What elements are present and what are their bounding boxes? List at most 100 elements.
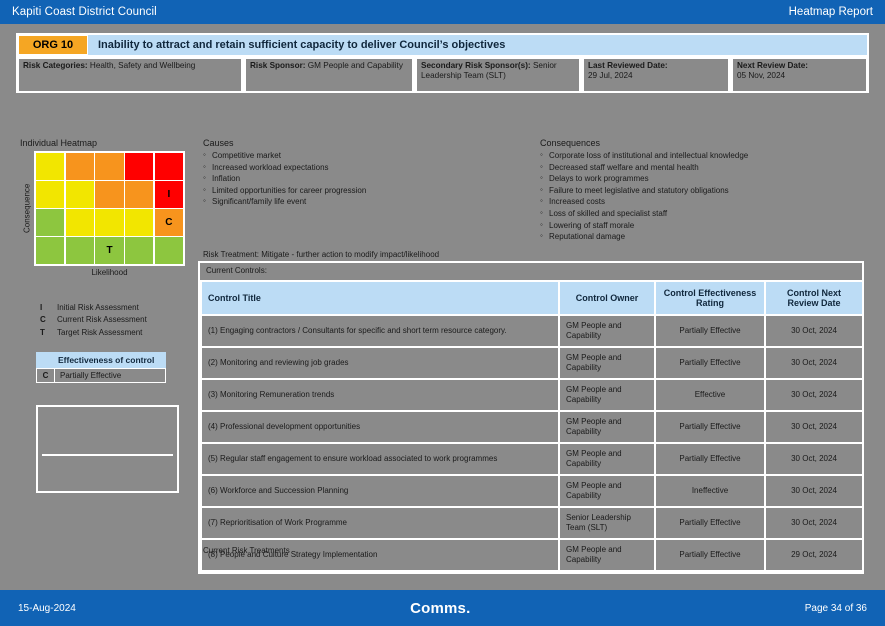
control-next-review-date: 30 Oct, 2024 [764, 474, 864, 508]
meta-label: Secondary Risk Sponsor(s): [421, 61, 531, 70]
risk-header-block: ORG 10 Inability to attract and retain s… [16, 33, 869, 93]
effectiveness-header: Effectiveness of control [36, 352, 166, 368]
meta-last-reviewed-date: Last Reviewed Date: 29 Jul, 2024 [583, 58, 729, 92]
meta-label: Last Reviewed Date: [588, 61, 668, 70]
column-control-title[interactable]: Control Title [200, 280, 560, 316]
column-control-owner[interactable]: Control Owner [558, 280, 656, 316]
effectiveness-row: C Partially Effective [36, 368, 166, 383]
list-item: Limited opportunities for career progres… [203, 184, 523, 197]
key-symbol: I [40, 303, 43, 312]
heatmap-cell [95, 181, 124, 208]
control-effectiveness-rating: Partially Effective [654, 346, 766, 380]
effectiveness-key: C [37, 369, 55, 382]
control-effectiveness-rating: Partially Effective [654, 538, 766, 572]
heatmap-cell: C [154, 209, 183, 236]
table-row[interactable]: (5) Regular staff engagement to ensure w… [200, 442, 864, 476]
heatmap-cell [65, 153, 94, 180]
control-next-review-date: 30 Oct, 2024 [764, 506, 864, 540]
footer-brand: Comms. [410, 599, 471, 617]
footer-bar: 15-Aug-2024 Comms. Page 34 of 36 [0, 590, 885, 626]
empty-panel [36, 405, 179, 493]
meta-label: Risk Sponsor: [250, 61, 306, 70]
control-title: (7) Reprioritisation of Work Programme [200, 506, 560, 540]
consequences-heading: Consequences [540, 138, 601, 148]
control-owner: Senior Leadership Team (SLT) [558, 506, 656, 540]
meta-value: GM People and Capability [307, 61, 403, 70]
meta-value: 29 Jul, 2024 [588, 71, 633, 81]
list-item: Inflation [203, 172, 523, 185]
table-row[interactable]: (8) People and Culture Strategy Implemen… [200, 538, 864, 572]
heatmap-cell [95, 153, 124, 180]
key-symbol: T [40, 327, 45, 337]
heatmap-cell [36, 209, 65, 236]
controls-table: Control Title Control Owner Control Effe… [200, 280, 864, 572]
individual-heatmap: Individual Heatmap Consequence I C T Likel… [20, 138, 200, 277]
control-next-review-date: 30 Oct, 2024 [764, 346, 864, 380]
table-row[interactable]: (1) Engaging contractors / Consultants f… [200, 314, 864, 348]
control-title: (8) People and Culture Strategy Implemen… [200, 538, 560, 572]
list-item: Significant/family life event [203, 195, 523, 208]
table-row[interactable]: (4) Professional development opportuniti… [200, 410, 864, 444]
risk-treatment-line: Risk Treatment: Mitigate - further actio… [203, 250, 440, 259]
heatmap-x-axis-label: Likelihood [91, 268, 128, 277]
table-row[interactable]: (7) Reprioritisation of Work Programme Se… [200, 506, 864, 540]
column-control-next-review-date[interactable]: Control Next Review Date [764, 280, 864, 316]
heatmap-cell [125, 181, 154, 208]
list-item: Lowering of staff morale [540, 219, 875, 232]
heatmap-cell [36, 153, 65, 180]
table-row[interactable]: (3) Monitoring Remuneration trends GM Peo… [200, 378, 864, 412]
list-item: Increased costs [540, 195, 875, 208]
footer-date: 15-Aug-2024 [18, 602, 76, 614]
heatmap-cell [36, 181, 65, 208]
meta-risk-categories: Risk Categories: Health, Safety and Well… [18, 58, 242, 92]
control-title: (6) Workforce and Succession Planning [200, 474, 560, 508]
effectiveness-of-control-box: Effectiveness of control C Partially Eff… [36, 352, 166, 383]
risk-meta-row: Risk Categories: Health, Safety and Well… [18, 58, 867, 92]
consequences-section: Consequences Corporate loss of instituti… [540, 138, 875, 243]
table-row[interactable]: (2) Monitoring and reviewing job grades G… [200, 346, 864, 380]
key-label: Initial Risk Assessment [57, 303, 139, 312]
causes-list: Competitive marketIncreased workload exp… [203, 149, 523, 208]
key-symbol: C [40, 315, 46, 325]
heatmap-marker-i: I [167, 188, 171, 200]
meta-value: Health, Safety and Wellbeing [89, 61, 196, 70]
list-item: Delays to work programmes [540, 172, 875, 185]
key-label: Current Risk Assessment [57, 315, 147, 325]
report-name: Heatmap Report [788, 6, 873, 18]
list-item: Loss of skilled and specialist staff [540, 207, 875, 220]
column-control-effectiveness-rating[interactable]: Control Effectiveness Rating [654, 280, 766, 316]
heatmap-cell [125, 237, 154, 264]
control-next-review-date: 30 Oct, 2024 [764, 314, 864, 348]
control-effectiveness-rating: Partially Effective [654, 506, 766, 540]
control-owner: GM People and Capability [558, 378, 656, 412]
controls-table-header-row: Control Title Control Owner Control Effe… [200, 280, 864, 316]
heatmap-marker-t: T [106, 245, 113, 257]
current-risk-treatments-label: Current Risk Treatments [203, 546, 290, 555]
list-item: Increased workload expectations [203, 161, 523, 174]
control-effectiveness-rating: Effective [654, 378, 766, 412]
heatmap-key-row: C Current Risk Assessment [40, 314, 147, 326]
heatmap-cell: I [154, 181, 183, 208]
panel-divider [42, 454, 173, 456]
control-owner: GM People and Capability [558, 410, 656, 444]
table-row[interactable]: (6) Workforce and Succession Planning GM … [200, 474, 864, 508]
heatmap-cell [154, 153, 183, 180]
risk-code-badge: ORG 10 [18, 35, 88, 55]
control-owner: GM People and Capability [558, 314, 656, 348]
heatmap-y-axis-label: Consequence [22, 183, 32, 234]
heatmap-key-row: I Initial Risk Assessment [40, 302, 147, 314]
causes-heading: Causes [203, 138, 234, 148]
control-title: (3) Monitoring Remuneration trends [200, 378, 560, 412]
causes-section: Causes Competitive marketIncreased workl… [203, 138, 523, 208]
list-item: Competitive market [203, 149, 523, 162]
effectiveness-label: Partially Effective [60, 371, 122, 380]
key-label: Target Risk Assessment [57, 327, 143, 337]
control-effectiveness-rating: Partially Effective [654, 442, 766, 476]
heatmap-cell [36, 237, 65, 264]
heatmap-cell [125, 209, 154, 236]
control-next-review-date: 30 Oct, 2024 [764, 410, 864, 444]
heatmap-title: Individual Heatmap [20, 138, 98, 148]
control-title: (4) Professional development opportuniti… [200, 410, 560, 444]
heatmap-cell [125, 153, 154, 180]
risk-title-row: ORG 10 Inability to attract and retain s… [18, 35, 867, 55]
